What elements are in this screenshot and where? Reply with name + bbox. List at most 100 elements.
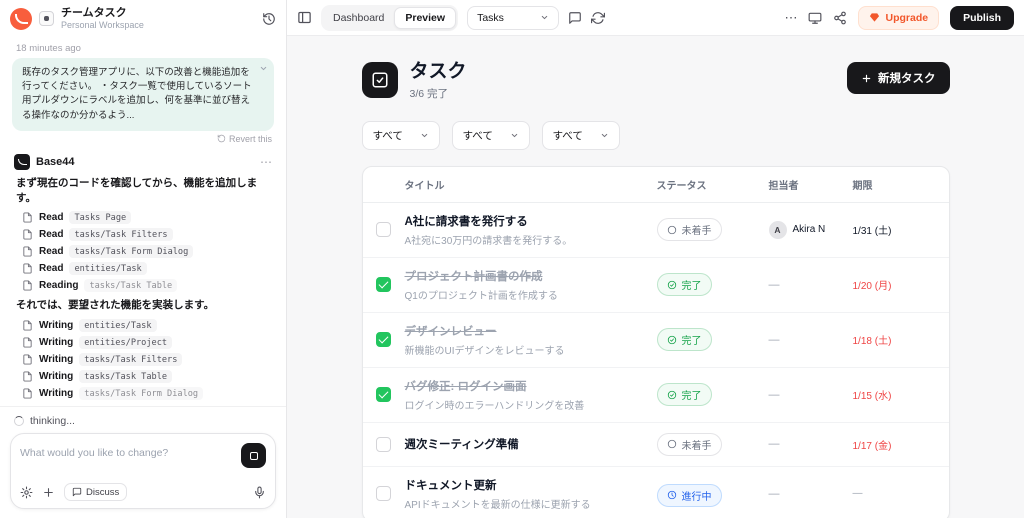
task-title: ドキュメント更新 (405, 477, 649, 493)
file-icon (22, 354, 33, 365)
task-checkbox[interactable] (376, 387, 391, 402)
discuss-icon (72, 487, 82, 497)
column-header-status: ステータス (657, 167, 769, 202)
project-title: チームタスク (61, 7, 255, 20)
task-checkbox[interactable] (376, 222, 391, 237)
thinking-label: thinking... (30, 415, 75, 427)
status-badge: 完了 (657, 328, 712, 351)
status-badge: 完了 (657, 273, 712, 296)
user-message-text: 既存のタスク管理アプリに、以下の改善と機能追加を行ってください。 ・タスク一覧で… (22, 67, 252, 121)
base44-logo-icon[interactable] (10, 8, 32, 30)
file-operation[interactable]: Writing entities/Task (0, 317, 286, 334)
filter-assignee-select[interactable]: すべて (452, 121, 530, 150)
task-row[interactable]: ドキュメント更新 APIドキュメントを最新の仕様に更新する 進行中 — — (363, 467, 949, 518)
file-chip: entities/Task (69, 262, 146, 275)
new-task-button[interactable]: 新規タスク (847, 62, 950, 94)
refresh-icon[interactable] (591, 11, 605, 25)
task-checkbox[interactable] (376, 437, 391, 452)
due-date: 1/17 (金) (853, 427, 949, 462)
more-icon[interactable]: ⋯ (784, 10, 797, 26)
revert-button[interactable]: Revert this (14, 134, 272, 144)
file-operation[interactable]: Writing tasks/Task Filters (0, 351, 286, 368)
task-title: デザインレビュー (405, 323, 649, 339)
column-header-assignee: 担当者 (769, 167, 853, 202)
task-app: タスク 3/6 完了 新規タスク すべて すべて (362, 62, 950, 518)
file-operation[interactable]: Reading tasks/Task Table (0, 277, 286, 294)
file-operation[interactable]: Read Tasks Page (0, 209, 286, 226)
file-chip: tasks/Task Table (79, 370, 172, 383)
revert-label: Revert this (229, 134, 272, 144)
file-chip: entities/Task (79, 319, 156, 332)
publish-button[interactable]: Publish (950, 6, 1014, 30)
main-area: Dashboard Preview Tasks ⋯ (287, 0, 1024, 518)
stop-button[interactable] (241, 443, 266, 468)
device-icon[interactable] (808, 11, 822, 25)
table-header: タイトル ステータス 担当者 期限 (363, 167, 949, 203)
message-menu-icon[interactable]: ⋯ (260, 155, 272, 169)
task-row[interactable]: A社に請求書を発行する A社宛に30万円の請求書を発行する。 未着手 A Aki… (363, 203, 949, 258)
filter-sort-select[interactable]: すべて (542, 121, 620, 150)
comment-icon[interactable] (568, 11, 582, 25)
plus-icon (861, 73, 872, 84)
workspace-switcher-icon[interactable] (39, 11, 54, 26)
add-icon[interactable] (42, 486, 55, 499)
task-row[interactable]: プロジェクト計画書の作成 Q1のプロジェクト計画を作成する 完了 — 1/20 … (363, 258, 949, 313)
page-select[interactable]: Tasks (467, 6, 559, 30)
file-chip: tasks/Task Table (84, 279, 177, 292)
page-select-value: Tasks (477, 12, 504, 24)
operation-action: Writing (39, 320, 73, 331)
task-title: バグ修正: ログイン画面 (405, 378, 649, 394)
preview-tab[interactable]: Preview (394, 7, 456, 29)
file-operation[interactable]: Read tasks/Task Filters (0, 226, 286, 243)
spinner-icon (14, 416, 24, 426)
filter-status-select[interactable]: すべて (362, 121, 440, 150)
assignee-cell: — (769, 379, 853, 411)
expand-message-icon[interactable] (259, 64, 268, 73)
tasks-app-icon (362, 62, 398, 98)
task-row[interactable]: バグ修正: ログイン画面 ログイン時のエラーハンドリングを改善 完了 — 1/1… (363, 368, 949, 423)
task-subtitle: 新機能のUIデザインをレビューする (405, 342, 649, 357)
mic-icon[interactable] (253, 486, 266, 499)
file-chip: tasks/Task Form Dialog (79, 387, 203, 400)
view-switcher: Dashboard Preview (321, 5, 458, 31)
file-chip: Tasks Page (69, 211, 131, 224)
timestamp: 18 minutes ago (0, 38, 286, 58)
settings-icon[interactable] (20, 486, 33, 499)
due-date: 1/20 (月) (853, 267, 949, 302)
status-badge: 未着手 (657, 218, 722, 241)
file-operation[interactable]: Writing entities/Project (0, 334, 286, 351)
due-date: — (853, 478, 949, 509)
file-chip: entities/Project (79, 336, 172, 349)
file-icon (22, 229, 33, 240)
assignee-cell: — (769, 428, 853, 460)
share-icon[interactable] (833, 11, 847, 25)
task-checkbox[interactable] (376, 332, 391, 347)
user-message[interactable]: 既存のタスク管理アプリに、以下の改善と機能追加を行ってください。 ・タスク一覧で… (12, 58, 274, 131)
file-operations-write: Writing entities/Task Writing entities/P… (0, 317, 286, 402)
file-operation[interactable]: Read entities/Task (0, 260, 286, 277)
app-root: チームタスク Personal Workspace 18 minutes ago… (0, 0, 1024, 518)
operation-action: Read (39, 263, 63, 274)
new-task-label: 新規タスク (878, 70, 936, 86)
discuss-button[interactable]: Discuss (64, 483, 127, 501)
file-operation[interactable]: Writing tasks/Task Table (0, 368, 286, 385)
chevron-down-icon (510, 131, 519, 140)
chevron-down-icon (540, 13, 549, 22)
task-checkbox[interactable] (376, 486, 391, 501)
file-operation[interactable]: Read tasks/Task Form Dialog (0, 243, 286, 260)
file-operation[interactable]: Writing tasks/Task Form Dialog (0, 385, 286, 402)
history-icon[interactable] (262, 12, 276, 26)
operation-action: Writing (39, 388, 73, 399)
assignee-name: Akira N (793, 224, 826, 235)
chat-input[interactable] (20, 443, 233, 459)
file-operations-read: Read Tasks Page Read tasks/Task Filters … (0, 209, 286, 294)
revert-icon (217, 134, 226, 143)
upgrade-button[interactable]: Upgrade (858, 6, 939, 30)
task-row[interactable]: 週次ミーティング準備 未着手 — 1/17 (金) (363, 423, 949, 467)
file-icon (22, 337, 33, 348)
task-checkbox[interactable] (376, 277, 391, 292)
task-row[interactable]: デザインレビュー 新機能のUIデザインをレビューする 完了 — 1/18 (土) (363, 313, 949, 368)
dashboard-tab[interactable]: Dashboard (323, 7, 394, 29)
task-subtitle: ログイン時のエラーハンドリングを改善 (405, 397, 649, 412)
panel-toggle-icon[interactable] (297, 10, 312, 25)
